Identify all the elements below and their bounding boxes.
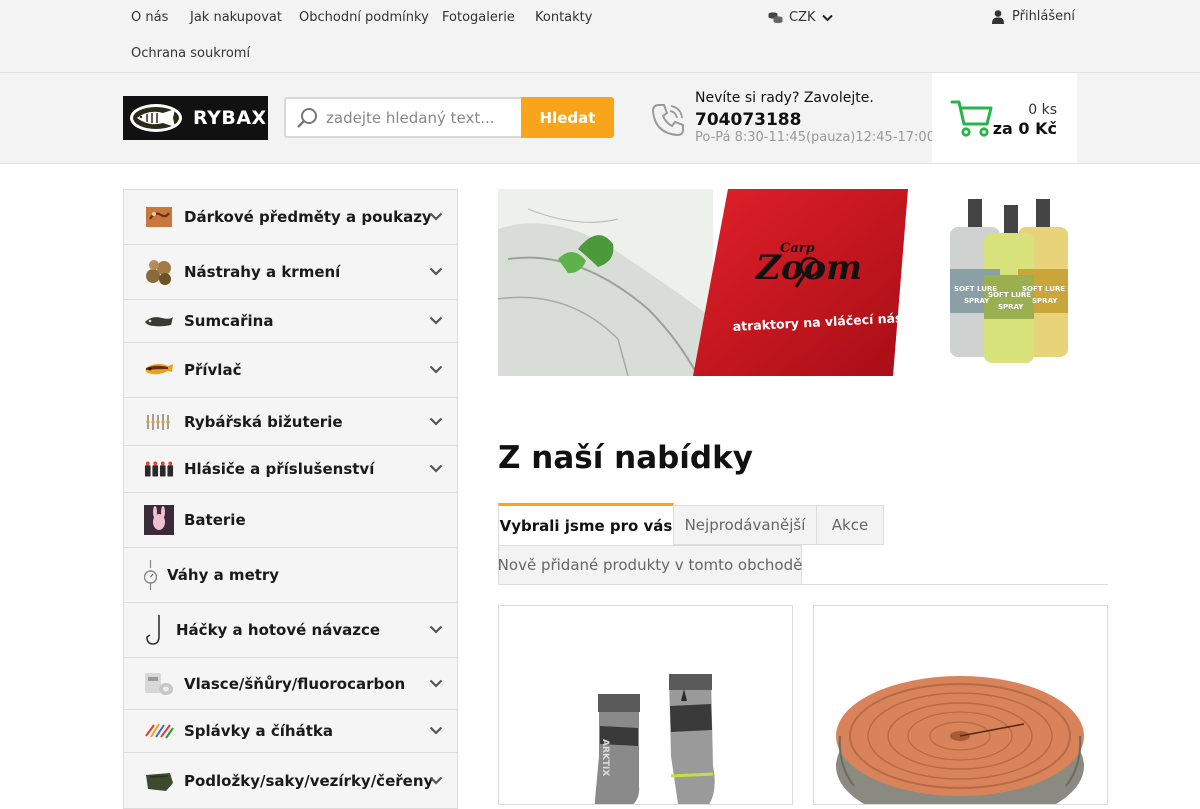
currency-selector[interactable]: CZK xyxy=(768,10,833,25)
wobbler-icon xyxy=(144,355,174,385)
category-label: Baterie xyxy=(184,511,246,529)
gift-voucher-icon xyxy=(144,202,174,232)
phone-icon xyxy=(651,104,684,137)
search-box xyxy=(284,97,522,138)
line-spool-icon xyxy=(144,669,174,699)
category-item-scales[interactable]: Váhy a metry xyxy=(124,548,457,603)
float-icon xyxy=(144,716,174,746)
landing-net-icon xyxy=(144,766,174,796)
chevron-down-icon[interactable] xyxy=(429,464,443,473)
category-item-hooks[interactable]: Háčky a hotové návazce xyxy=(124,603,457,658)
tab-sale[interactable]: Akce xyxy=(816,505,884,545)
chevron-down-icon[interactable] xyxy=(429,679,443,688)
nav-link-about[interactable]: O nás xyxy=(131,10,168,25)
search-icon xyxy=(297,107,317,128)
cart-total: za 0 Kč xyxy=(992,119,1057,138)
category-label: Přívlač xyxy=(184,361,242,379)
category-item-tackle[interactable]: Rybářská bižuterie xyxy=(124,398,457,446)
nav-link-privacy[interactable]: Ochrana soukromí xyxy=(131,46,250,61)
category-label: Sumcařina xyxy=(184,312,274,330)
chevron-down-icon[interactable] xyxy=(429,726,443,735)
sock-brand-text: ARKTIX xyxy=(600,739,610,776)
cart-count: 0 ks xyxy=(1028,102,1057,118)
category-label: Vlasce/šňůry/fluorocarbon xyxy=(184,674,406,693)
svg-text:SOFT LURE: SOFT LURE xyxy=(988,291,1031,299)
chevron-down-icon[interactable] xyxy=(429,776,443,785)
search-button[interactable]: Hledat xyxy=(521,97,614,138)
category-item-lines[interactable]: Vlasce/šňůry/fluorocarbon xyxy=(124,658,457,710)
category-item-gifts[interactable]: Dárkové předměty a poukazy xyxy=(124,190,457,245)
chevron-down-icon[interactable] xyxy=(429,625,443,634)
logo-text: RYBAX xyxy=(193,107,267,129)
category-item-alarms[interactable]: Hlásiče a příslušenství xyxy=(124,446,457,493)
logo[interactable]: RYBAX xyxy=(123,96,268,140)
hook-icon xyxy=(144,615,166,645)
banner-brand: Zoom xyxy=(754,248,862,288)
category-label: Dárkové předměty a poukazy xyxy=(184,208,432,226)
cart-button[interactable]: 0 ks za 0 Kč xyxy=(932,73,1077,163)
scale-icon xyxy=(144,560,157,590)
login-link[interactable]: Přihlášení xyxy=(992,9,1075,24)
category-item-floats[interactable]: Splávky a číhátka xyxy=(124,710,457,753)
socks-product-image: ARKTIX xyxy=(594,674,715,804)
category-item-spinning[interactable]: Přívlač xyxy=(124,343,457,398)
top-bar: O nás Jak nakupovat Obchodní podmínky Fo… xyxy=(0,0,1200,73)
product-card[interactable]: ARKTIX xyxy=(498,605,793,805)
category-item-catfish[interactable]: Sumcařina xyxy=(124,300,457,343)
boilies-icon xyxy=(144,257,174,287)
promo-banner[interactable]: Carp Zoom atraktory na vláčecí nástrahy … xyxy=(498,189,1108,376)
category-label: Nástrahy a krmení xyxy=(184,263,341,281)
chevron-down-icon[interactable] xyxy=(429,316,443,325)
chevron-down-icon[interactable] xyxy=(429,267,443,276)
svg-text:SPRAY: SPRAY xyxy=(1032,297,1058,305)
category-item-baits[interactable]: Nástrahy a krmení xyxy=(124,245,457,300)
help-text: Nevíte si rady? Zavolejte. xyxy=(695,90,874,106)
cart-icon xyxy=(950,100,993,137)
chevron-down-icon[interactable] xyxy=(429,417,443,426)
phone-number[interactable]: 704073188 xyxy=(695,110,801,130)
nav-link-terms[interactable]: Obchodní podmínky xyxy=(299,10,429,25)
chevron-down-icon[interactable] xyxy=(429,365,443,374)
chevron-down-icon xyxy=(821,14,833,21)
login-label: Přihlášení xyxy=(1012,9,1076,24)
category-label: Hlásiče a příslušenství xyxy=(184,460,375,478)
category-label: Váhy a metry xyxy=(167,566,280,584)
category-item-batteries[interactable]: Baterie xyxy=(124,493,457,548)
category-label: Rybářská bižuterie xyxy=(184,412,343,431)
wood-stump-cushion-image xyxy=(836,676,1084,804)
svg-text:SPRAY: SPRAY xyxy=(964,297,990,305)
tabs-divider xyxy=(498,584,1108,585)
tab-bestsellers[interactable]: Nejprodávanější xyxy=(673,505,817,545)
fish-logo-icon xyxy=(130,104,182,132)
section-title: Z naší nabídky xyxy=(498,440,753,476)
category-label: Podložky/saky/vezírky/čeřeny xyxy=(184,771,434,790)
bite-alarm-icon xyxy=(144,454,174,484)
tab-new-products[interactable]: Nově přidané produkty v tomto obchodě xyxy=(498,545,802,585)
opening-hours: Po-Pá 8:30-11:45(pauza)12:45-17:00 xyxy=(695,130,935,145)
swivels-icon xyxy=(144,407,174,437)
category-sidebar: Dárkové předměty a poukazy Nástrahy a kr… xyxy=(123,189,458,809)
search-input[interactable] xyxy=(326,108,516,127)
coins-icon xyxy=(768,12,783,24)
svg-text:SPRAY: SPRAY xyxy=(998,303,1024,311)
nav-link-how-to-buy[interactable]: Jak nakupovat xyxy=(190,10,282,25)
product-card[interactable] xyxy=(813,605,1108,805)
nav-link-gallery[interactable]: Fotogalerie xyxy=(442,10,515,25)
battery-icon xyxy=(144,505,174,535)
tab-selected-for-you[interactable]: Vybrali jsme pro vás xyxy=(498,503,674,545)
user-icon xyxy=(992,9,1004,24)
chevron-down-icon[interactable] xyxy=(429,212,443,221)
category-label: Splávky a číhátka xyxy=(184,722,334,740)
catfish-lure-icon xyxy=(144,306,174,336)
header: RYBAX Hledat Nevíte si rady? Zavolejte. … xyxy=(0,73,1200,164)
nav-link-contacts[interactable]: Kontakty xyxy=(535,10,592,25)
currency-label: CZK xyxy=(789,10,816,25)
category-label: Háčky a hotové návazce xyxy=(176,621,381,639)
banner-image: Carp Zoom atraktory na vláčecí nástrahy … xyxy=(498,189,1108,376)
